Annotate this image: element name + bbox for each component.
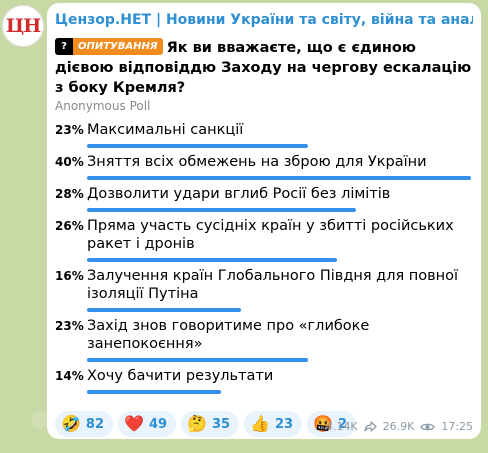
poll-option[interactable]: 14% Хочу бачити результати bbox=[55, 367, 473, 399]
option-text: Максимальні санкції bbox=[87, 122, 244, 138]
option-text: Захід знов говоритиме про «глибоке занеп… bbox=[87, 318, 370, 352]
option-percent: 28% bbox=[55, 187, 84, 201]
option-percent: 40% bbox=[55, 155, 84, 169]
option-bar-track bbox=[87, 253, 473, 267]
channel-title[interactable]: Цензор.НЕТ | Новини України та світу, ві… bbox=[55, 12, 473, 28]
reaction-heart[interactable]: ❤️ 49 bbox=[118, 411, 177, 437]
option-bar-track bbox=[87, 303, 473, 317]
option-bar-track bbox=[87, 353, 473, 367]
option-result-bar bbox=[87, 390, 221, 394]
message-bubble: Цензор.НЕТ | Новини України та світу, ві… bbox=[47, 3, 481, 439]
option-result-bar bbox=[87, 358, 308, 362]
badge-label: ОПИТУВАННЯ bbox=[73, 37, 163, 55]
option-result-bar bbox=[87, 208, 356, 212]
poll-option[interactable]: 23% Захід знов говоритиме про «глибоке за… bbox=[55, 317, 473, 367]
poll-option[interactable]: 28% Дозволити удари вглиб Росії без ліміт… bbox=[55, 185, 473, 217]
avatar-text: ЦН bbox=[5, 15, 41, 37]
thinking-emoji-icon: 🤔 bbox=[187, 414, 207, 433]
option-bar-track bbox=[87, 139, 473, 153]
option-bar-track bbox=[87, 171, 473, 185]
reaction-thumbs-up[interactable]: 👍 23 bbox=[244, 411, 303, 437]
reaction-count: 82 bbox=[85, 416, 105, 432]
thumbs-up-emoji-icon: 👍 bbox=[250, 414, 270, 433]
option-result-bar bbox=[87, 176, 471, 180]
option-result-bar bbox=[87, 144, 308, 148]
message-time: 17:25 bbox=[441, 420, 473, 433]
poll-option[interactable]: 40% Зняття всіх обмежень на зброю для Укр… bbox=[55, 153, 473, 185]
option-text: Залучення країн Глобального Півдня для п… bbox=[87, 268, 459, 302]
option-percent: 14% bbox=[55, 369, 84, 383]
reaction-count: 23 bbox=[274, 416, 294, 432]
badge-question-mark: ? bbox=[55, 37, 73, 55]
option-result-bar bbox=[87, 308, 241, 312]
poll-option[interactable]: 26% Пряма участь сусідніх країн у збитті … bbox=[55, 217, 473, 267]
reaction-count: 49 bbox=[148, 416, 168, 432]
heart-emoji-icon: ❤️ bbox=[124, 414, 144, 433]
poll-option[interactable]: 23% Максимальні санкції bbox=[55, 121, 473, 153]
option-bar-track bbox=[87, 385, 473, 399]
reaction-thinking[interactable]: 🤔 35 bbox=[181, 411, 240, 437]
option-percent: 23% bbox=[55, 123, 84, 137]
views-count: 26.9K bbox=[382, 420, 415, 433]
option-percent: 16% bbox=[55, 269, 84, 283]
eye-icon bbox=[420, 422, 436, 432]
forwards-count: 4.14K bbox=[325, 420, 358, 433]
option-text: Дозволити удари вглиб Росії без лімітів bbox=[87, 186, 391, 202]
poll-options: 23% Максимальні санкції 40% Зняття всіх обм… bbox=[55, 121, 473, 399]
option-bar-track bbox=[87, 203, 473, 217]
poll-badge: ? ОПИТУВАННЯ bbox=[55, 37, 163, 55]
poll-option[interactable]: 16% Залучення країн Глобального Півдня дл… bbox=[55, 267, 473, 317]
option-percent: 23% bbox=[55, 319, 84, 333]
poll-question: ? ОПИТУВАННЯ Як ви вважаєте, що є єдиною д… bbox=[55, 37, 473, 98]
option-text: Пряма участь сусідніх країн у збитті рос… bbox=[87, 218, 454, 252]
option-text: Зняття всіх обмежень на зброю для Україн… bbox=[87, 154, 427, 170]
channel-avatar[interactable]: ЦН bbox=[2, 5, 44, 47]
poll-type: Anonymous Poll bbox=[55, 99, 151, 113]
option-result-bar bbox=[87, 258, 337, 262]
option-percent: 26% bbox=[55, 219, 84, 233]
reaction-rofl[interactable]: 🤣 82 bbox=[55, 411, 114, 437]
option-text: Хочу бачити результати bbox=[87, 368, 274, 384]
forward-icon bbox=[363, 421, 377, 432]
rofl-emoji-icon: 🤣 bbox=[61, 414, 81, 433]
message-meta: 4.14K 26.9K 17:25 bbox=[326, 420, 473, 433]
reaction-count: 35 bbox=[211, 416, 231, 432]
